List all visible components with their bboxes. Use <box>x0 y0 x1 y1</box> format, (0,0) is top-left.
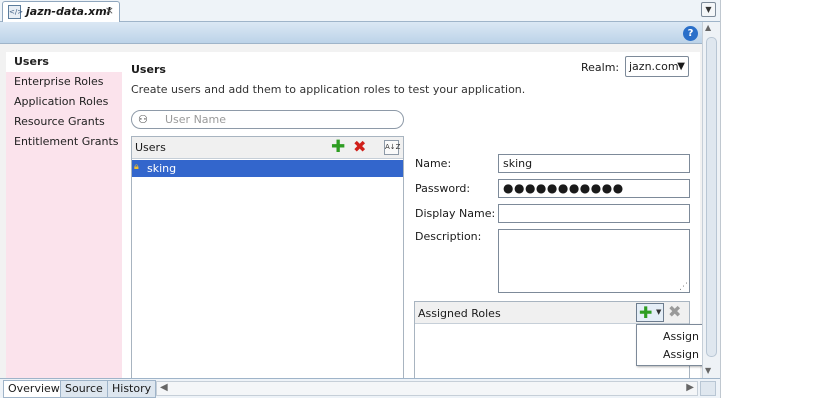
binoculars-icon: ⚇ <box>138 113 148 126</box>
vertical-scrollbar[interactable]: ▲ ▼ <box>702 22 720 380</box>
scrollbar-corner <box>700 381 716 396</box>
sidebar-item-enterprise-roles[interactable]: Enterprise Roles <box>6 72 122 92</box>
user-search-input[interactable]: ⚇ User Name <box>131 110 404 129</box>
search-placeholder: User Name <box>165 113 227 126</box>
side-pane <box>720 0 838 398</box>
add-icon: ✚ <box>639 303 653 322</box>
tab-list-dropdown-icon[interactable]: ▼ <box>701 2 716 17</box>
realm-select[interactable]: jazn.com ▼ <box>625 56 689 77</box>
scroll-left-icon[interactable]: ◀ <box>160 382 168 393</box>
close-icon[interactable]: × <box>105 4 114 17</box>
assign-role-button[interactable]: ✚ ▼ <box>636 303 664 322</box>
tab-source[interactable]: Source <box>60 380 108 398</box>
file-tab-title: jazn-data.xml <box>26 5 111 18</box>
users-list: Users ✚ ✖ A↓Z 🔒︎ sking <box>131 136 404 382</box>
assigned-roles-title: Assigned Roles <box>418 307 501 320</box>
sidebar-item-users[interactable]: Users <box>6 52 122 72</box>
realm-label: Realm: <box>581 61 620 74</box>
scroll-right-icon[interactable]: ▶ <box>686 382 694 393</box>
jazn-editor: Users Enterprise Roles Application Roles… <box>0 44 702 382</box>
scroll-down-icon[interactable]: ▼ <box>705 366 711 375</box>
password-label: Password: <box>415 182 471 195</box>
horizontal-scrollbar[interactable]: ◀ ▶ <box>156 381 698 396</box>
editor-header-band <box>0 22 702 44</box>
display-name-label: Display Name: <box>415 207 496 220</box>
user-name: sking <box>147 162 177 175</box>
remove-role-icon[interactable]: ✖ <box>668 303 681 321</box>
section-title: Users <box>131 63 166 76</box>
bottom-tab-bar: Overview Source History ◀ ▶ <box>0 378 720 398</box>
resize-grip-icon[interactable]: ⋰ <box>679 282 688 292</box>
realm-value: jazn.com <box>629 60 679 73</box>
section-description: Create users and add them to application… <box>131 83 526 96</box>
tab-history[interactable]: History <box>107 380 157 398</box>
xml-file-icon: </> <box>8 5 23 19</box>
users-panel: Users Create users and add them to appli… <box>122 52 700 382</box>
name-label: Name: <box>415 157 452 170</box>
list-item[interactable]: 🔒︎ sking <box>132 160 403 177</box>
chevron-down-icon: ▼ <box>656 308 662 316</box>
sidebar: Users Enterprise Roles Application Roles… <box>6 52 122 382</box>
users-list-header: Users ✚ ✖ A↓Z <box>132 137 403 159</box>
description-label: Description: <box>415 230 482 243</box>
tab-overview[interactable]: Overview <box>3 380 65 398</box>
users-list-title: Users <box>135 141 166 154</box>
scroll-thumb[interactable] <box>706 37 717 357</box>
chevron-down-icon: ▼ <box>677 61 685 72</box>
description-textarea[interactable]: ⋰ <box>498 229 690 293</box>
assigned-roles-header: Assigned Roles ✚ ▼ ✖ <box>415 302 689 324</box>
editor-tab-strip: </> jazn-data.xml × ▼ <box>0 0 720 22</box>
sidebar-item-application-roles[interactable]: Application Roles <box>6 92 122 112</box>
display-name-field[interactable] <box>498 204 690 223</box>
password-field[interactable]: ●●●●●●●●●●● <box>498 179 690 198</box>
sidebar-item-resource-grants[interactable]: Resource Grants <box>6 112 122 132</box>
delete-user-icon[interactable]: ✖ <box>353 138 366 156</box>
name-field[interactable]: sking <box>498 154 690 173</box>
scroll-up-icon[interactable]: ▲ <box>705 23 711 32</box>
lock-icon: 🔒︎ <box>134 162 139 172</box>
file-tab[interactable]: </> jazn-data.xml × <box>2 1 120 22</box>
help-icon[interactable]: ? <box>683 26 698 41</box>
add-user-icon[interactable]: ✚ <box>331 138 345 156</box>
sidebar-item-entitlement-grants[interactable]: Entitlement Grants <box>6 132 122 152</box>
sort-icon[interactable]: A↓Z <box>384 140 400 155</box>
